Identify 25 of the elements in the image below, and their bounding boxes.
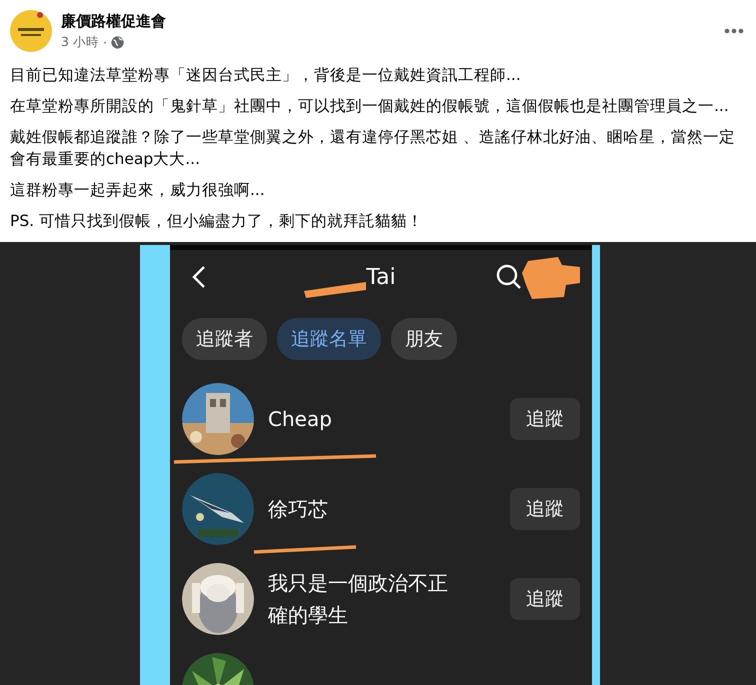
post-paragraph: PS. 可惜只找到假帳，但小編盡力了，剩下的就拜託貓貓！ [10,211,424,232]
globe-icon [110,36,124,48]
redaction-mark [522,255,580,299]
account-name[interactable]: 我只是一個政治不正確的學生 [268,567,454,631]
page-avatar-icon[interactable] [10,10,52,52]
account-name[interactable]: Cheap [268,403,332,435]
post-paragraph: 這群粉專一起弄起來，威力很強啊... [10,180,266,201]
filter-tab[interactable]: 朋友 [391,318,457,360]
post-time[interactable]: 3 小時 [61,34,99,50]
separator-dot: · [102,34,107,50]
redaction-mark [304,282,366,298]
post-paragraph: 在草堂粉專所開設的「鬼針草」社團中，可以找到一個戴姓的假帳號，這個假帳也是社團管理員之一... [10,96,730,117]
back-icon[interactable] [192,265,206,289]
filter-tab[interactable]: 追蹤者 [182,318,267,360]
post-paragraph: 戴姓假帳都追蹤誰？除了一些草堂側翼之外，還有違停仔黑芯姐 、造謠仔林北好油、睏哈星，當然一定會有最重要的cheap大大... [10,127,736,170]
post-paragraph: 目前已知違法草堂粉專「迷因台式民主」，背後是一位戴姓資訊工程師... [10,65,522,86]
follow-button[interactable]: 追蹤 [510,398,580,440]
search-icon[interactable] [496,264,522,290]
more-options-icon[interactable] [724,28,744,34]
filter-tab[interactable]: 追蹤名單 [277,318,381,360]
profile-title: Tai [366,264,396,290]
account-name[interactable]: 徐巧芯 [268,493,328,525]
follow-button[interactable]: 追蹤 [510,578,580,620]
page-name[interactable]: 廉價路權促進會 [61,12,715,30]
follow-button[interactable]: 追蹤 [510,488,580,530]
